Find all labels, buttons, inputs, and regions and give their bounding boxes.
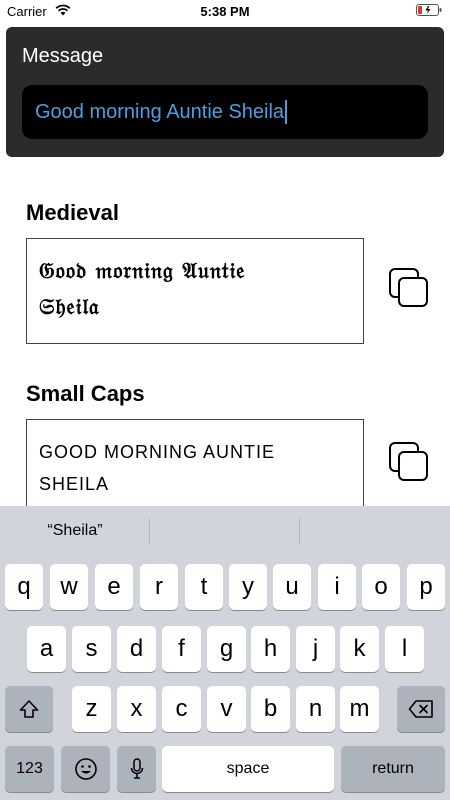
section-title-medieval: Medieval [26, 200, 119, 225]
key-v[interactable]: v [207, 686, 246, 732]
prediction-bar: “Sheila” [0, 506, 450, 556]
shift-icon [19, 700, 39, 718]
prediction-3[interactable] [300, 506, 450, 556]
message-input-value: Good morning Auntie Sheila [35, 100, 285, 123]
numbers-key[interactable]: 123 [5, 746, 54, 792]
medieval-output-line-2: 𝔖𝔥𝔢𝔦𝔩𝔞 [39, 294, 100, 320]
small-caps-output-line-1: GOOD MORNING AUNTIE [39, 442, 276, 462]
key-i[interactable]: i [318, 564, 356, 610]
key-j[interactable]: j [296, 626, 335, 672]
emoji-icon [74, 758, 97, 780]
copy-icon[interactable] [386, 266, 432, 310]
delete-icon [408, 700, 433, 718]
key-o[interactable]: o [362, 564, 400, 610]
key-c[interactable]: c [162, 686, 201, 732]
text-caret [285, 100, 288, 124]
return-key[interactable]: return [341, 746, 445, 792]
key-z[interactable]: z [72, 686, 111, 732]
message-panel: Message Good morning Auntie Sheila [6, 27, 444, 157]
status-time: 5:38 PM [200, 4, 250, 19]
microphone-key[interactable] [117, 746, 156, 792]
key-w[interactable]: w [50, 564, 88, 610]
copy-icon[interactable] [386, 440, 432, 484]
key-d[interactable]: d [117, 626, 156, 672]
key-r[interactable]: r [140, 564, 178, 610]
key-g[interactable]: g [207, 626, 246, 672]
delete-key[interactable] [397, 686, 445, 732]
keyboard: “Sheila” q w e r t y u i o p a s d f g h… [0, 506, 450, 800]
key-e[interactable]: e [95, 564, 133, 610]
section-title-small-caps: Small Caps [26, 381, 145, 406]
key-y[interactable]: y [229, 564, 267, 610]
key-t[interactable]: t [185, 564, 223, 610]
key-n[interactable]: n [296, 686, 335, 732]
small-caps-output-line-2: SHEILA [39, 474, 110, 494]
key-a[interactable]: a [27, 626, 66, 672]
key-m[interactable]: m [340, 686, 379, 732]
microphone-icon [130, 758, 143, 779]
battery-icon [416, 4, 442, 16]
space-key[interactable]: space [162, 746, 334, 792]
key-p[interactable]: p [407, 564, 445, 610]
emoji-key[interactable] [61, 746, 110, 792]
key-h[interactable]: h [251, 626, 290, 672]
key-x[interactable]: x [117, 686, 156, 732]
medieval-output-box[interactable]: 𝔊𝔬𝔬𝔡 𝔪𝔬𝔯𝔫𝔦𝔫𝔤 𝔄𝔲𝔫𝔱𝔦𝔢 𝔖𝔥𝔢𝔦𝔩𝔞 [26, 238, 364, 344]
prediction-2[interactable] [150, 506, 300, 556]
key-q[interactable]: q [5, 564, 43, 610]
key-u[interactable]: u [273, 564, 311, 610]
key-k[interactable]: k [340, 626, 379, 672]
message-label: Message [22, 45, 104, 67]
key-f[interactable]: f [162, 626, 201, 672]
message-input[interactable]: Good morning Auntie Sheila [22, 85, 428, 139]
key-b[interactable]: b [251, 686, 290, 732]
shift-key[interactable] [5, 686, 53, 732]
medieval-output-line-1: 𝔊𝔬𝔬𝔡 𝔪𝔬𝔯𝔫𝔦𝔫𝔤 𝔄𝔲𝔫𝔱𝔦𝔢 [39, 258, 246, 284]
key-s[interactable]: s [72, 626, 111, 672]
status-bar: Carrier 5:38 PM [0, 0, 450, 22]
prediction-1[interactable]: “Sheila” [0, 506, 150, 556]
key-l[interactable]: l [385, 626, 424, 672]
small-caps-output-box[interactable]: GOOD MORNING AUNTIE SHEILA [26, 419, 364, 519]
